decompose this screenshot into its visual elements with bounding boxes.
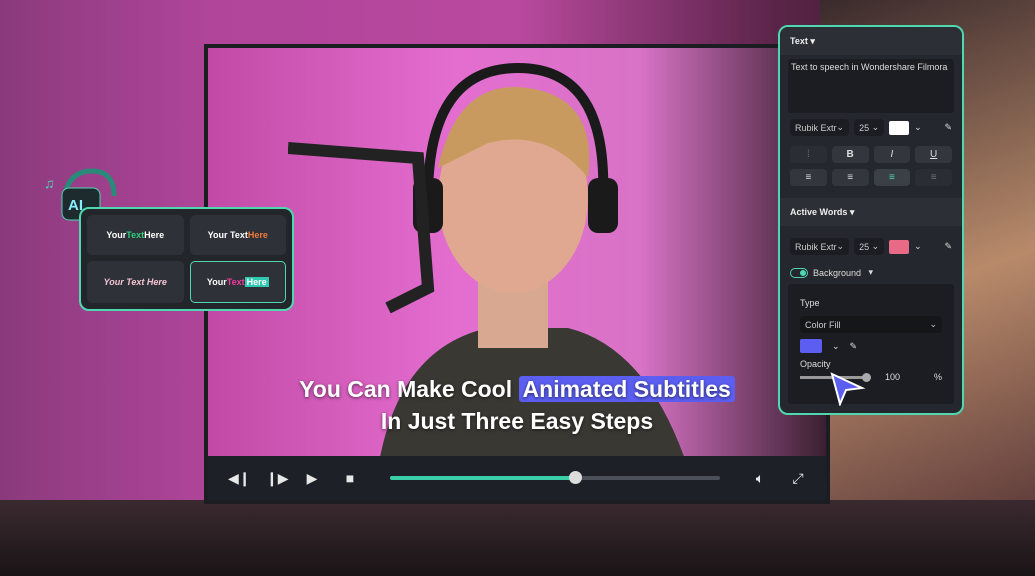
opacity-unit: % xyxy=(933,372,942,382)
eyedropper-icon[interactable]: ✎ xyxy=(850,341,858,352)
presenter-image xyxy=(288,62,688,468)
subtitle-text: You Can Make Cool xyxy=(299,376,513,402)
align-center-button[interactable]: ≡ xyxy=(873,169,911,186)
stop-icon[interactable]: ■ xyxy=(342,470,358,486)
justify-button[interactable]: ≡ xyxy=(915,169,952,186)
video-player: You Can Make Cool Animated Subtitles In … xyxy=(204,44,830,504)
subtitle-line-2: In Just Three Easy Steps xyxy=(380,408,654,434)
subtitle-line-1: You Can Make Cool Animated Subtitles xyxy=(208,376,826,403)
aw-font-select[interactable]: Rubik Extr ⌄ xyxy=(790,238,850,255)
chevron-down-icon[interactable]: ⌄ xyxy=(914,241,922,252)
opacity-value[interactable]: 100 xyxy=(885,372,900,382)
underline-button[interactable]: U xyxy=(915,146,952,163)
progress-fill xyxy=(390,476,575,480)
play-icon[interactable]: ▶ xyxy=(304,470,320,487)
vertical-text-button[interactable]: ⁞ xyxy=(790,146,827,163)
background-label: Background xyxy=(813,267,862,278)
volume-icon[interactable]: 🔈︎ xyxy=(752,470,768,487)
bold-button[interactable]: B xyxy=(831,146,869,163)
player-controls: ◀❙ ❙▶ ▶ ■ 🔈︎ ⤢ xyxy=(208,456,826,500)
subtitle-highlight: Animated Subtitles xyxy=(518,376,735,402)
aw-size-select[interactable]: 25 ⌄ xyxy=(854,238,885,255)
step-back-icon[interactable]: ◀❙ xyxy=(228,470,251,487)
progress-handle[interactable] xyxy=(568,471,582,484)
fullscreen-icon[interactable]: ⤢ xyxy=(790,470,806,487)
background-toggle[interactable] xyxy=(790,267,808,278)
text-color-swatch[interactable] xyxy=(889,120,910,135)
background-options: Type Color Fill ⌄ ⌄ ✎ Opacity 100% xyxy=(788,284,954,404)
template-3[interactable]: Your Text Here xyxy=(87,261,184,303)
fill-color-swatch[interactable] xyxy=(800,339,822,353)
italic-button[interactable]: I xyxy=(873,146,911,163)
desk xyxy=(0,500,1035,576)
active-words-header[interactable]: Active Words ▾ xyxy=(780,198,962,226)
eyedropper-icon[interactable]: ✎ xyxy=(944,122,952,133)
text-section-header[interactable]: Text ▾ xyxy=(780,27,962,55)
text-properties-panel: Text ▾ Text to speech in Wondershare Fil… xyxy=(778,25,964,415)
eyedropper-icon[interactable]: ✎ xyxy=(944,241,952,252)
chevron-down-icon[interactable]: ⌄ xyxy=(914,122,922,133)
align-right-button[interactable]: ≡ xyxy=(831,169,869,186)
type-label: Type xyxy=(800,298,820,308)
opacity-label: Opacity xyxy=(800,359,831,369)
type-select[interactable]: Color Fill ⌄ xyxy=(800,316,942,333)
template-2[interactable]: Your Text Here xyxy=(189,215,286,255)
template-1[interactable]: Your Text Here xyxy=(87,215,184,255)
text-input[interactable]: Text to speech in Wondershare Filmora xyxy=(788,59,954,113)
template-4[interactable]: Your Text Here xyxy=(189,261,286,303)
svg-text:♫: ♫ xyxy=(44,175,55,191)
progress-slider[interactable] xyxy=(390,471,720,484)
font-select[interactable]: Rubik Extr ⌄ xyxy=(790,119,850,136)
size-select[interactable]: 25 ⌄ xyxy=(854,119,885,136)
cursor-arrow-icon xyxy=(830,372,866,406)
align-left-button[interactable]: ≡ xyxy=(790,169,827,186)
aw-color-swatch[interactable] xyxy=(889,239,910,254)
chevron-down-icon[interactable]: ⌄ xyxy=(832,341,840,352)
step-forward-icon[interactable]: ❙▶ xyxy=(266,470,289,487)
subtitle-templates: Your Text Here Your Text Here Your Text … xyxy=(79,207,294,311)
